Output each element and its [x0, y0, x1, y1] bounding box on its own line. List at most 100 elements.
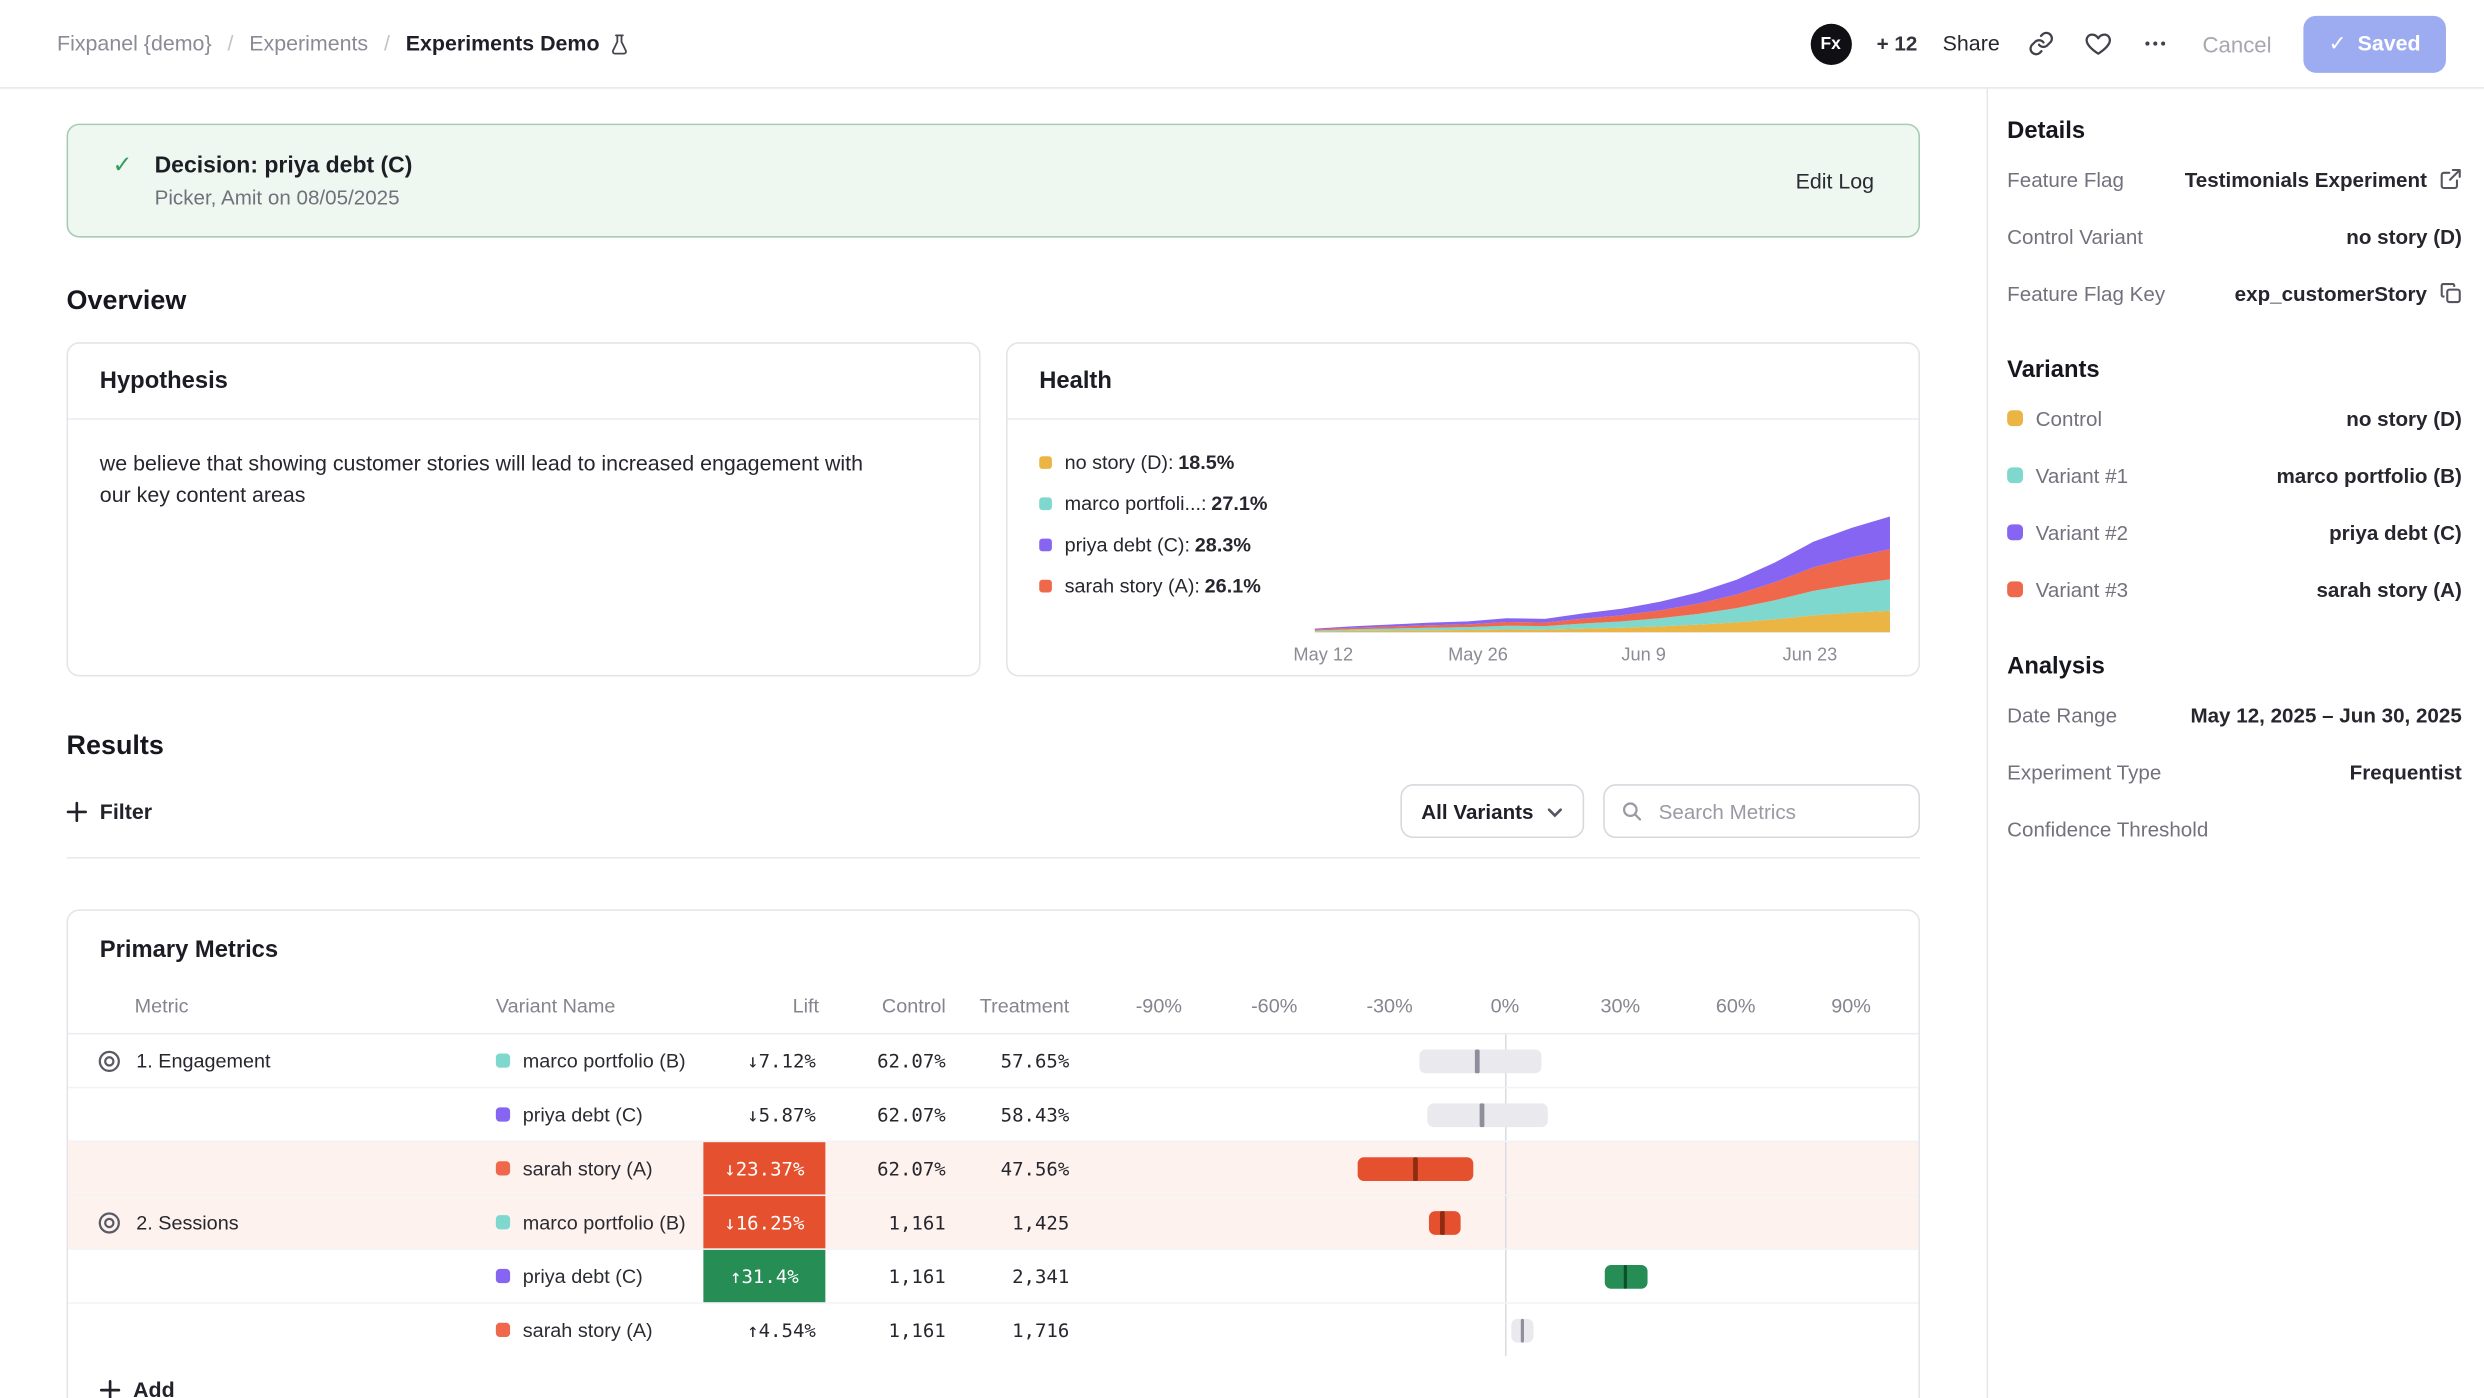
add-metric-button[interactable]: Add	[68, 1356, 1918, 1398]
breadcrumb-item-project[interactable]: Fixpanel {demo}	[57, 32, 212, 56]
health-legend-item[interactable]: no story (D):18.5%	[1039, 451, 1311, 473]
variant-color-dot	[496, 1215, 510, 1229]
add-filter-button[interactable]: Filter	[67, 799, 153, 823]
breadcrumb: Fixpanel {demo} / Experiments / Experime…	[57, 32, 631, 56]
metrics-table-row[interactable]: sarah story (A)↑4.54%1,1611,716	[68, 1302, 1918, 1356]
confidence-interval-bar[interactable]	[1420, 1049, 1542, 1073]
health-card: Health no story (D):18.5%marco portfoli.…	[1006, 342, 1920, 676]
variant-cell: marco portfolio (B)	[496, 1211, 704, 1233]
variant-color-dot	[496, 1107, 510, 1121]
lift-value: ↓7.12%	[747, 1050, 816, 1072]
metric-cell: 2. Sessions	[97, 1210, 496, 1235]
treatment-value: 57.65%	[952, 1050, 1076, 1072]
control-value: 1,161	[825, 1265, 952, 1287]
decision-title: Decision: priya debt (C)	[155, 153, 413, 178]
search-metrics-input[interactable]	[1655, 798, 1902, 825]
metrics-table-row[interactable]: 1. Engagementmarco portfolio (B)↓7.12%62…	[68, 1034, 1918, 1086]
variant-color-dot	[496, 1161, 510, 1175]
zero-axis-line	[1504, 1304, 1506, 1356]
variant-label: Variant #2	[2036, 520, 2128, 544]
decision-subtitle: Picker, Amit on 08/05/2025	[155, 185, 413, 209]
variant-name: marco portfolio (B)	[523, 1211, 686, 1233]
avatar[interactable]: Fx	[1810, 23, 1851, 64]
lift-cell: ↓7.12%	[703, 1034, 825, 1086]
variants-dropdown[interactable]: All Variants	[1401, 784, 1584, 838]
main-content: ✓ Decision: priya debt (C) Picker, Amit …	[0, 89, 1987, 1398]
confidence-interval-area	[1114, 1088, 1919, 1140]
health-x-label: Jun 23	[1783, 646, 1838, 665]
decision-text: Decision: priya debt (C) Picker, Amit on…	[155, 153, 413, 208]
analysis-row-date-range: Date Range May 12, 2025 – Jun 30, 2025	[2007, 686, 2462, 743]
lift-cell: ↓16.25%	[703, 1196, 825, 1248]
saved-button[interactable]: ✓ Saved	[2303, 15, 2446, 72]
decision-check-icon: ✓	[112, 150, 132, 179]
favorite-heart-icon[interactable]	[2082, 28, 2114, 60]
variant-value: priya debt (C)	[2329, 520, 2462, 544]
control-value: 62.07%	[825, 1050, 952, 1072]
health-legend-item[interactable]: marco portfoli...:27.1%	[1039, 493, 1311, 515]
confidence-interval-bar[interactable]	[1427, 1103, 1548, 1127]
axis-tick-label: -60%	[1251, 995, 1297, 1017]
health-legend-item[interactable]: sarah story (A):26.1%	[1039, 575, 1311, 597]
variant-name: sarah story (A)	[523, 1319, 653, 1341]
share-button[interactable]: Share	[1943, 32, 2000, 56]
legend-label: no story (D):	[1065, 451, 1174, 473]
lift-badge: ↓23.37%	[703, 1142, 825, 1194]
legend-color-dot	[1039, 456, 1052, 469]
collaborators-count[interactable]: + 12	[1877, 32, 1918, 56]
health-legend-item[interactable]: priya debt (C):28.3%	[1039, 534, 1311, 556]
column-header-variant: Variant Name	[496, 995, 704, 1017]
detail-label: Control Variant	[2007, 224, 2143, 248]
detail-value: no story (D)	[2346, 224, 2462, 248]
breadcrumb-separator: /	[384, 32, 390, 56]
goal-target-icon	[97, 1048, 122, 1073]
metrics-table-body: 1. Engagementmarco portfolio (B)↓7.12%62…	[68, 1034, 1918, 1356]
variant-color-dot	[496, 1053, 510, 1067]
legend-value: 26.1%	[1205, 575, 1261, 597]
column-header-metric: Metric	[97, 995, 496, 1017]
lift-cell: ↑31.4%	[703, 1250, 825, 1302]
axis-tick-label: 90%	[1831, 995, 1871, 1017]
more-menu-icon[interactable]	[2139, 28, 2171, 60]
cancel-button[interactable]: Cancel	[2196, 31, 2278, 56]
variant-label: Control	[2036, 406, 2102, 430]
point-estimate-tick	[1520, 1318, 1524, 1342]
metrics-table-row[interactable]: priya debt (C)↓5.87%62.07%58.43%	[68, 1087, 1918, 1141]
search-icon	[1621, 800, 1643, 822]
external-link-icon[interactable]	[2440, 168, 2462, 190]
confidence-interval-area	[1114, 1034, 1919, 1086]
results-toolbar: Filter All Variants	[67, 784, 1920, 838]
results-divider	[67, 857, 1920, 859]
decision-banner: ✓ Decision: priya debt (C) Picker, Amit …	[67, 124, 1920, 238]
metrics-table-row[interactable]: sarah story (A)↓23.37%62.07%47.56%	[68, 1141, 1918, 1195]
search-metrics-box	[1603, 784, 1920, 838]
flask-icon	[609, 32, 631, 54]
lift-cell: ↓23.37%	[703, 1142, 825, 1194]
health-area-chart: May 12May 26Jun 9Jun 23	[1312, 436, 1893, 670]
variant-color-swatch	[2007, 467, 2023, 483]
variant-value: sarah story (A)	[2316, 577, 2461, 601]
copy-link-icon[interactable]	[2025, 28, 2057, 60]
metrics-table-row[interactable]: priya debt (C)↑31.4%1,1612,341	[68, 1248, 1918, 1302]
legend-value: 27.1%	[1211, 493, 1267, 515]
overview-heading: Overview	[67, 285, 1920, 317]
breadcrumb-item-current[interactable]: Experiments Demo	[406, 32, 631, 56]
health-x-label: Jun 9	[1621, 646, 1666, 665]
metrics-table-row[interactable]: 2. Sessions marco portfolio (B) ↓16.25%1,1…	[68, 1194, 1918, 1248]
variant-cell: sarah story (A)	[496, 1319, 704, 1341]
edit-log-button[interactable]: Edit Log	[1796, 169, 1874, 193]
column-header-lift: Lift	[703, 995, 825, 1017]
point-estimate-tick	[1476, 1049, 1480, 1073]
control-value: 62.07%	[825, 1103, 952, 1125]
variant-color-swatch	[2007, 410, 2023, 426]
analysis-value: Frequentist	[2350, 760, 2462, 784]
analysis-row-experiment-type: Experiment Type Frequentist	[2007, 743, 2462, 800]
copy-icon[interactable]	[2440, 282, 2462, 304]
confidence-interval-bar[interactable]	[1429, 1210, 1461, 1234]
legend-label: marco portfoli...:	[1065, 493, 1207, 515]
confidence-interval-cell	[1076, 1304, 1919, 1356]
breadcrumb-item-experiments[interactable]: Experiments	[249, 32, 368, 56]
confidence-interval-cell	[1076, 1196, 1919, 1248]
control-value: 1,161	[825, 1211, 952, 1233]
variant-name: sarah story (A)	[523, 1157, 653, 1179]
